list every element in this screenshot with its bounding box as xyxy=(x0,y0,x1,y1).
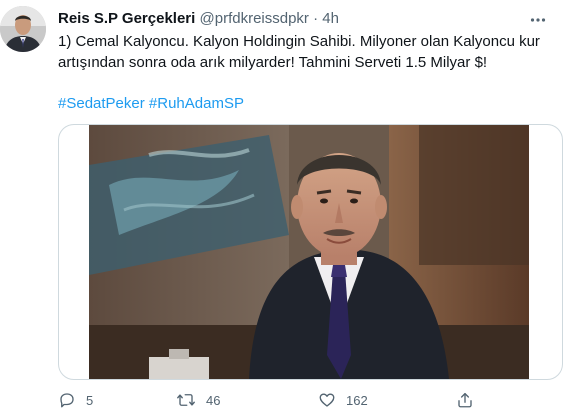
reply-count: 5 xyxy=(86,392,94,408)
media-photo xyxy=(89,125,529,379)
timestamp[interactable]: 4h xyxy=(322,10,339,27)
separator-dot: · xyxy=(313,10,319,27)
avatar[interactable] xyxy=(0,6,46,52)
retweet-count: 46 xyxy=(206,392,221,408)
hashtag-link[interactable]: #SedatPeker xyxy=(58,95,145,112)
hashtag-link[interactable]: #RuhAdamSP xyxy=(149,95,244,112)
display-name[interactable]: Reis S.P Gerçekleri xyxy=(58,10,195,27)
more-options-button[interactable] xyxy=(527,10,549,30)
user-handle[interactable]: @prfdkreissdpkr xyxy=(200,10,309,27)
tweet-header: Reis S.P Gerçekleri @prfdkreissdpkr · 4h xyxy=(58,9,527,29)
heart-icon xyxy=(319,393,335,407)
retweet-button[interactable]: 46 xyxy=(176,388,220,412)
like-count: 162 xyxy=(346,392,368,408)
share-icon xyxy=(458,392,472,408)
tweet-actions: 5 46 162 xyxy=(58,388,518,412)
tweet-media[interactable] xyxy=(58,124,563,380)
more-horizontal-icon xyxy=(530,18,546,22)
avatar-photo xyxy=(0,6,46,52)
reply-icon xyxy=(60,393,74,408)
tweet-text: 1) Cemal Kalyoncu. Kalyon Holdingin Sahi… xyxy=(58,33,540,71)
like-button[interactable]: 162 xyxy=(318,388,368,412)
reply-button[interactable]: 5 xyxy=(58,388,93,412)
share-button[interactable] xyxy=(456,388,474,412)
hashtag-line: #SedatPeker #RuhAdamSP xyxy=(58,93,244,114)
tweet[interactable]: Reis S.P Gerçekleri @prfdkreissdpkr · 4h… xyxy=(0,0,567,420)
retweet-icon xyxy=(177,394,195,406)
